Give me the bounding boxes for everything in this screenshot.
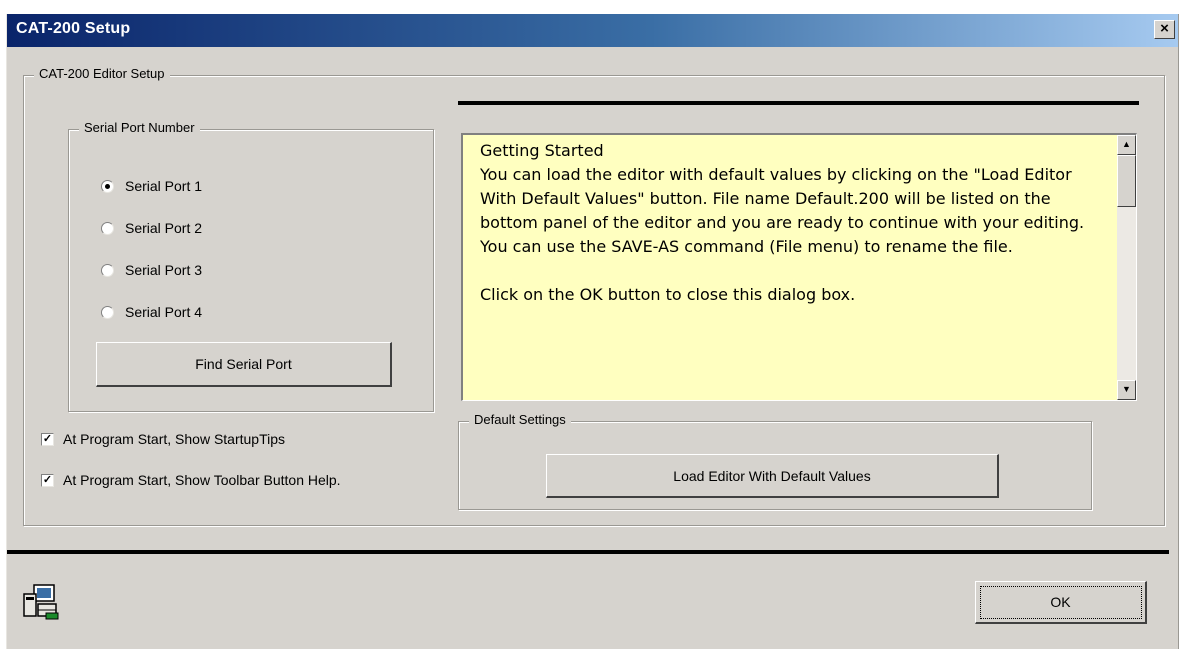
panel-spacer xyxy=(480,259,1110,283)
down-arrow-icon: ▼ xyxy=(1122,384,1131,394)
scroll-up-button[interactable]: ▲ xyxy=(1117,135,1136,155)
close-button[interactable]: × xyxy=(1154,20,1175,39)
editor-setup-legend: CAT-200 Editor Setup xyxy=(34,66,170,81)
radio-button[interactable] xyxy=(101,306,114,319)
serial-port-group: Serial Port Number Serial Port 1 Serial … xyxy=(68,120,434,412)
up-arrow-icon: ▲ xyxy=(1122,139,1131,149)
vertical-scrollbar[interactable]: ▲ ▼ xyxy=(1117,135,1136,400)
radio-label: Serial Port 4 xyxy=(125,304,203,320)
panel-paragraph-1: You can load the editor with default val… xyxy=(480,165,1085,256)
title-bar[interactable]: CAT-200 Setup × xyxy=(7,14,1178,47)
panel-heading: Getting Started xyxy=(480,141,604,160)
radio-selected-dot xyxy=(105,184,110,189)
load-default-values-button[interactable]: Load Editor With Default Values xyxy=(546,454,999,498)
default-settings-group: Default Settings Load Editor With Defaul… xyxy=(458,412,1092,510)
radio-button[interactable] xyxy=(101,264,114,277)
ok-button[interactable]: OK xyxy=(975,581,1147,624)
radio-label: Serial Port 3 xyxy=(125,262,203,278)
radio-label: Serial Port 1 xyxy=(125,178,203,194)
separator-rule-bottom xyxy=(7,550,1169,554)
checkbox[interactable]: ✓ xyxy=(41,433,54,446)
window-title: CAT-200 Setup xyxy=(16,20,131,37)
scroll-down-button[interactable]: ▼ xyxy=(1117,380,1136,400)
checkbox-label: At Program Start, Show Toolbar Button He… xyxy=(63,472,341,488)
serial-port-legend: Serial Port Number xyxy=(79,120,200,135)
radio-button[interactable] xyxy=(101,180,114,193)
panel-paragraph-2: Click on the OK button to close this dia… xyxy=(480,285,856,304)
setup-dialog: CAT-200 Setup × CAT-200 Editor Setup Ser… xyxy=(6,14,1179,649)
getting-started-text: Getting Started You can load the editor … xyxy=(480,139,1110,307)
checkbox[interactable]: ✓ xyxy=(41,474,54,487)
scroll-thumb[interactable] xyxy=(1117,155,1136,207)
default-settings-legend: Default Settings xyxy=(469,412,571,427)
checkbox-label: At Program Start, Show StartupTips xyxy=(63,431,286,447)
find-serial-port-button[interactable]: Find Serial Port xyxy=(96,342,392,387)
radio-label: Serial Port 2 xyxy=(125,220,203,236)
radio-button[interactable] xyxy=(101,222,114,235)
getting-started-panel[interactable]: Getting Started You can load the editor … xyxy=(461,133,1137,401)
setup-app-icon xyxy=(23,584,59,620)
separator-rule-top xyxy=(458,101,1139,105)
close-icon: × xyxy=(1160,20,1169,37)
